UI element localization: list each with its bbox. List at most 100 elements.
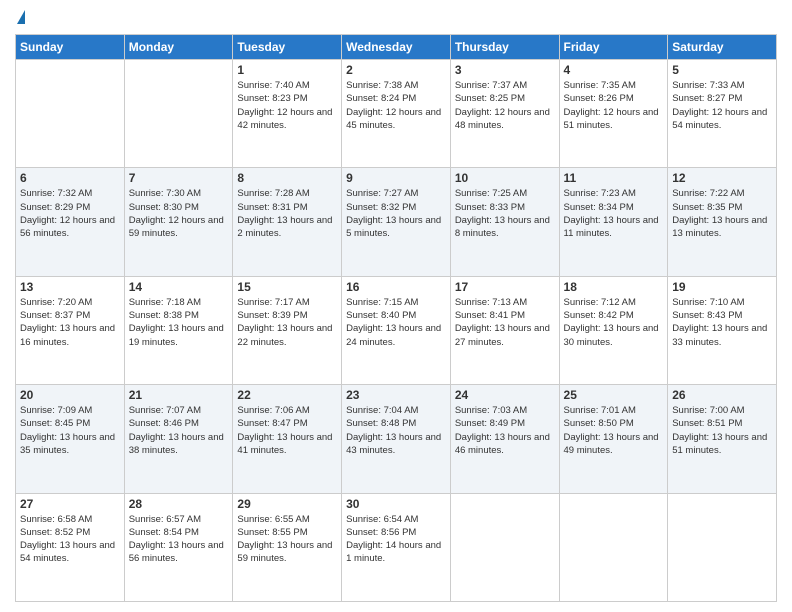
day-info: Sunrise: 7:06 AMSunset: 8:47 PMDaylight:… xyxy=(237,404,337,457)
day-number: 13 xyxy=(20,280,120,294)
day-number: 1 xyxy=(237,63,337,77)
day-number: 27 xyxy=(20,497,120,511)
calendar-day-header: Monday xyxy=(124,35,233,60)
day-info: Sunrise: 6:54 AMSunset: 8:56 PMDaylight:… xyxy=(346,513,446,566)
calendar-cell: 7 Sunrise: 7:30 AMSunset: 8:30 PMDaylight… xyxy=(124,168,233,276)
day-info: Sunrise: 7:38 AMSunset: 8:24 PMDaylight:… xyxy=(346,79,446,132)
calendar-cell: 9 Sunrise: 7:27 AMSunset: 8:32 PMDaylight… xyxy=(342,168,451,276)
day-number: 12 xyxy=(672,171,772,185)
calendar-cell: 6Sunrise: 7:32 AMSunset: 8:29 PMDaylight… xyxy=(16,168,125,276)
day-info: Sunrise: 7:35 AMSunset: 8:26 PMDaylight:… xyxy=(564,79,664,132)
calendar-day-header: Saturday xyxy=(668,35,777,60)
calendar-cell: 19 Sunrise: 7:10 AMSunset: 8:43 PMDayligh… xyxy=(668,276,777,384)
day-info: Sunrise: 7:01 AMSunset: 8:50 PMDaylight:… xyxy=(564,404,664,457)
calendar-cell xyxy=(124,60,233,168)
calendar-week-row: 13 Sunrise: 7:20 AMSunset: 8:37 PMDayligh… xyxy=(16,276,777,384)
calendar-header-row: SundayMondayTuesdayWednesdayThursdayFrid… xyxy=(16,35,777,60)
calendar-cell: 20Sunrise: 7:09 AMSunset: 8:45 PMDayligh… xyxy=(16,385,125,493)
calendar-cell: 14Sunrise: 7:18 AMSunset: 8:38 PMDayligh… xyxy=(124,276,233,384)
calendar-day-header: Friday xyxy=(559,35,668,60)
day-info: Sunrise: 6:58 AMSunset: 8:52 PMDaylight:… xyxy=(20,513,120,566)
day-number: 8 xyxy=(237,171,337,185)
calendar-cell: 27 Sunrise: 6:58 AMSunset: 8:52 PMDayligh… xyxy=(16,493,125,601)
day-number: 4 xyxy=(564,63,664,77)
day-number: 26 xyxy=(672,388,772,402)
calendar-cell xyxy=(668,493,777,601)
calendar-cell: 15 Sunrise: 7:17 AMSunset: 8:39 PMDayligh… xyxy=(233,276,342,384)
calendar-week-row: 1 Sunrise: 7:40 AMSunset: 8:23 PMDaylight… xyxy=(16,60,777,168)
calendar-cell: 10 Sunrise: 7:25 AMSunset: 8:33 PMDayligh… xyxy=(450,168,559,276)
day-info: Sunrise: 7:22 AMSunset: 8:35 PMDaylight:… xyxy=(672,187,772,240)
day-info: Sunrise: 7:17 AMSunset: 8:39 PMDaylight:… xyxy=(237,296,337,349)
day-info: Sunrise: 7:10 AMSunset: 8:43 PMDaylight:… xyxy=(672,296,772,349)
day-info: Sunrise: 7:07 AMSunset: 8:46 PMDaylight:… xyxy=(129,404,229,457)
day-number: 28 xyxy=(129,497,229,511)
day-number: 19 xyxy=(672,280,772,294)
day-info: Sunrise: 7:30 AMSunset: 8:30 PMDaylight:… xyxy=(129,187,229,240)
logo-triangle-icon xyxy=(17,10,25,24)
calendar-cell xyxy=(559,493,668,601)
day-number: 5 xyxy=(672,63,772,77)
day-info: Sunrise: 7:20 AMSunset: 8:37 PMDaylight:… xyxy=(20,296,120,349)
calendar-day-header: Tuesday xyxy=(233,35,342,60)
day-info: Sunrise: 7:40 AMSunset: 8:23 PMDaylight:… xyxy=(237,79,337,132)
calendar-cell: 23Sunrise: 7:04 AMSunset: 8:48 PMDayligh… xyxy=(342,385,451,493)
calendar-week-row: 27 Sunrise: 6:58 AMSunset: 8:52 PMDayligh… xyxy=(16,493,777,601)
calendar-cell: 4 Sunrise: 7:35 AMSunset: 8:26 PMDaylight… xyxy=(559,60,668,168)
calendar-cell: 26 Sunrise: 7:00 AMSunset: 8:51 PMDayligh… xyxy=(668,385,777,493)
day-info: Sunrise: 7:37 AMSunset: 8:25 PMDaylight:… xyxy=(455,79,555,132)
day-number: 17 xyxy=(455,280,555,294)
day-info: Sunrise: 7:15 AMSunset: 8:40 PMDaylight:… xyxy=(346,296,446,349)
calendar-cell: 17Sunrise: 7:13 AMSunset: 8:41 PMDayligh… xyxy=(450,276,559,384)
calendar-table: SundayMondayTuesdayWednesdayThursdayFrid… xyxy=(15,34,777,602)
day-info: Sunrise: 7:04 AMSunset: 8:48 PMDaylight:… xyxy=(346,404,446,457)
day-number: 18 xyxy=(564,280,664,294)
day-info: Sunrise: 7:33 AMSunset: 8:27 PMDaylight:… xyxy=(672,79,772,132)
calendar-cell: 18 Sunrise: 7:12 AMSunset: 8:42 PMDayligh… xyxy=(559,276,668,384)
day-info: Sunrise: 7:28 AMSunset: 8:31 PMDaylight:… xyxy=(237,187,337,240)
logo-text xyxy=(15,10,25,26)
day-number: 9 xyxy=(346,171,446,185)
day-number: 29 xyxy=(237,497,337,511)
calendar-cell: 13 Sunrise: 7:20 AMSunset: 8:37 PMDayligh… xyxy=(16,276,125,384)
day-info: Sunrise: 7:03 AMSunset: 8:49 PMDaylight:… xyxy=(455,404,555,457)
day-number: 16 xyxy=(346,280,446,294)
calendar-cell: 11 Sunrise: 7:23 AMSunset: 8:34 PMDayligh… xyxy=(559,168,668,276)
day-info: Sunrise: 6:57 AMSunset: 8:54 PMDaylight:… xyxy=(129,513,229,566)
day-number: 7 xyxy=(129,171,229,185)
day-number: 24 xyxy=(455,388,555,402)
calendar-cell: 25 Sunrise: 7:01 AMSunset: 8:50 PMDayligh… xyxy=(559,385,668,493)
day-number: 10 xyxy=(455,171,555,185)
logo xyxy=(15,10,25,26)
day-info: Sunrise: 7:25 AMSunset: 8:33 PMDaylight:… xyxy=(455,187,555,240)
calendar-cell: 16 Sunrise: 7:15 AMSunset: 8:40 PMDayligh… xyxy=(342,276,451,384)
day-info: Sunrise: 7:12 AMSunset: 8:42 PMDaylight:… xyxy=(564,296,664,349)
day-info: Sunrise: 7:27 AMSunset: 8:32 PMDaylight:… xyxy=(346,187,446,240)
day-number: 11 xyxy=(564,171,664,185)
day-info: Sunrise: 6:55 AMSunset: 8:55 PMDaylight:… xyxy=(237,513,337,566)
calendar-week-row: 6Sunrise: 7:32 AMSunset: 8:29 PMDaylight… xyxy=(16,168,777,276)
calendar-cell: 29 Sunrise: 6:55 AMSunset: 8:55 PMDayligh… xyxy=(233,493,342,601)
calendar-cell: 30 Sunrise: 6:54 AMSunset: 8:56 PMDayligh… xyxy=(342,493,451,601)
calendar-week-row: 20Sunrise: 7:09 AMSunset: 8:45 PMDayligh… xyxy=(16,385,777,493)
calendar-cell: 24 Sunrise: 7:03 AMSunset: 8:49 PMDayligh… xyxy=(450,385,559,493)
day-number: 3 xyxy=(455,63,555,77)
day-number: 25 xyxy=(564,388,664,402)
day-number: 6 xyxy=(20,171,120,185)
calendar-cell xyxy=(16,60,125,168)
calendar-cell: 21Sunrise: 7:07 AMSunset: 8:46 PMDayligh… xyxy=(124,385,233,493)
day-number: 15 xyxy=(237,280,337,294)
calendar-cell: 12 Sunrise: 7:22 AMSunset: 8:35 PMDayligh… xyxy=(668,168,777,276)
page: SundayMondayTuesdayWednesdayThursdayFrid… xyxy=(0,0,792,612)
calendar-cell: 28 Sunrise: 6:57 AMSunset: 8:54 PMDayligh… xyxy=(124,493,233,601)
calendar-cell: 1 Sunrise: 7:40 AMSunset: 8:23 PMDaylight… xyxy=(233,60,342,168)
header xyxy=(15,10,777,26)
calendar-day-header: Wednesday xyxy=(342,35,451,60)
day-number: 2 xyxy=(346,63,446,77)
day-info: Sunrise: 7:00 AMSunset: 8:51 PMDaylight:… xyxy=(672,404,772,457)
calendar-cell: 3 Sunrise: 7:37 AMSunset: 8:25 PMDaylight… xyxy=(450,60,559,168)
calendar-cell: 2 Sunrise: 7:38 AMSunset: 8:24 PMDaylight… xyxy=(342,60,451,168)
day-info: Sunrise: 7:18 AMSunset: 8:38 PMDaylight:… xyxy=(129,296,229,349)
day-number: 30 xyxy=(346,497,446,511)
day-info: Sunrise: 7:23 AMSunset: 8:34 PMDaylight:… xyxy=(564,187,664,240)
